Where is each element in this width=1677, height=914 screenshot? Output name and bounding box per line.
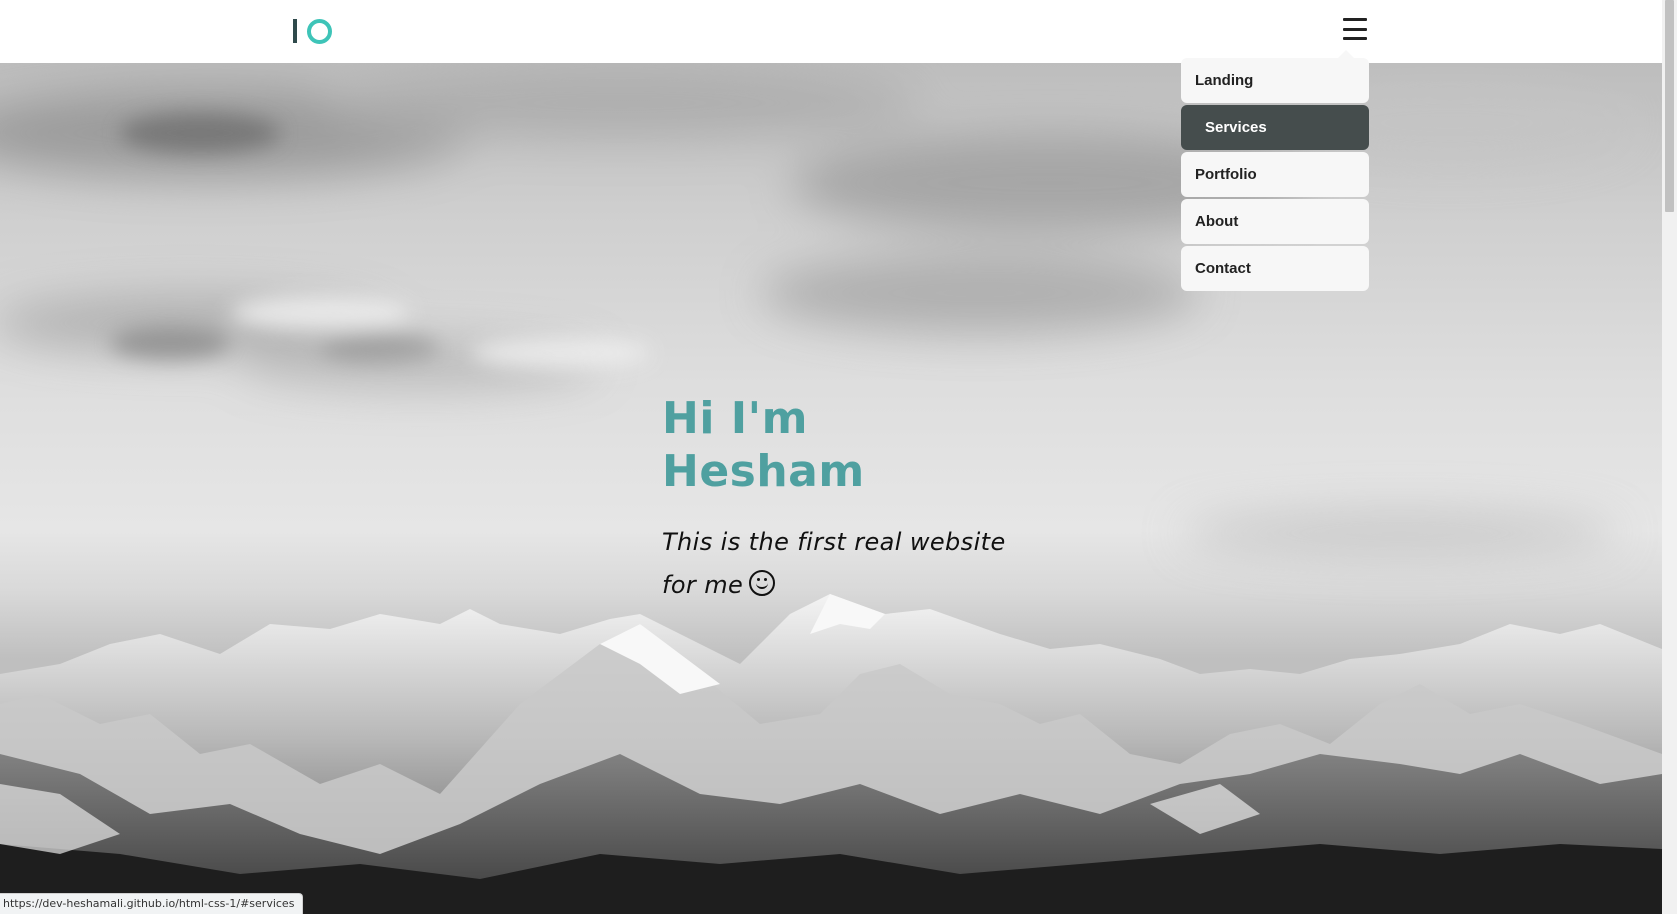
- hamburger-line: [1343, 27, 1367, 31]
- hero-subtitle-text: This is the first real website for me: [662, 527, 1006, 599]
- menu-caret-icon: [1337, 50, 1355, 59]
- nav-item-landing[interactable]: Landing: [1181, 58, 1369, 103]
- hamburger-line: [1343, 37, 1367, 40]
- link-status-bar: https://dev-heshamali.github.io/html-css…: [0, 893, 304, 914]
- hamburger-menu-icon[interactable]: [1343, 18, 1367, 40]
- nav-item-services[interactable]: Services: [1181, 105, 1369, 150]
- hero-text-block: Hi I'm Hesham This is the first real web…: [662, 393, 1022, 607]
- hero-subtitle: This is the first real website for me: [662, 521, 1022, 607]
- logo-bar-icon: [293, 19, 297, 43]
- hero-section: Hi I'm Hesham This is the first real web…: [0, 63, 1662, 914]
- site-header: [0, 0, 1662, 63]
- mountain-range-image: [0, 594, 1662, 914]
- logo-ring-icon: [307, 18, 332, 44]
- nav-item-portfolio[interactable]: Portfolio: [1181, 152, 1369, 197]
- site-logo[interactable]: [293, 17, 332, 45]
- nav-item-about[interactable]: About: [1181, 199, 1369, 244]
- nav-item-contact[interactable]: Contact: [1181, 246, 1369, 291]
- page-scrollbar[interactable]: [1662, 0, 1677, 914]
- scrollbar-thumb[interactable]: [1665, 0, 1674, 212]
- hamburger-line: [1343, 18, 1367, 21]
- nav-dropdown-menu: Landing Services Portfolio About Contact: [1181, 50, 1369, 293]
- smiley-icon: [749, 569, 776, 596]
- hero-title: Hi I'm Hesham: [662, 393, 865, 497]
